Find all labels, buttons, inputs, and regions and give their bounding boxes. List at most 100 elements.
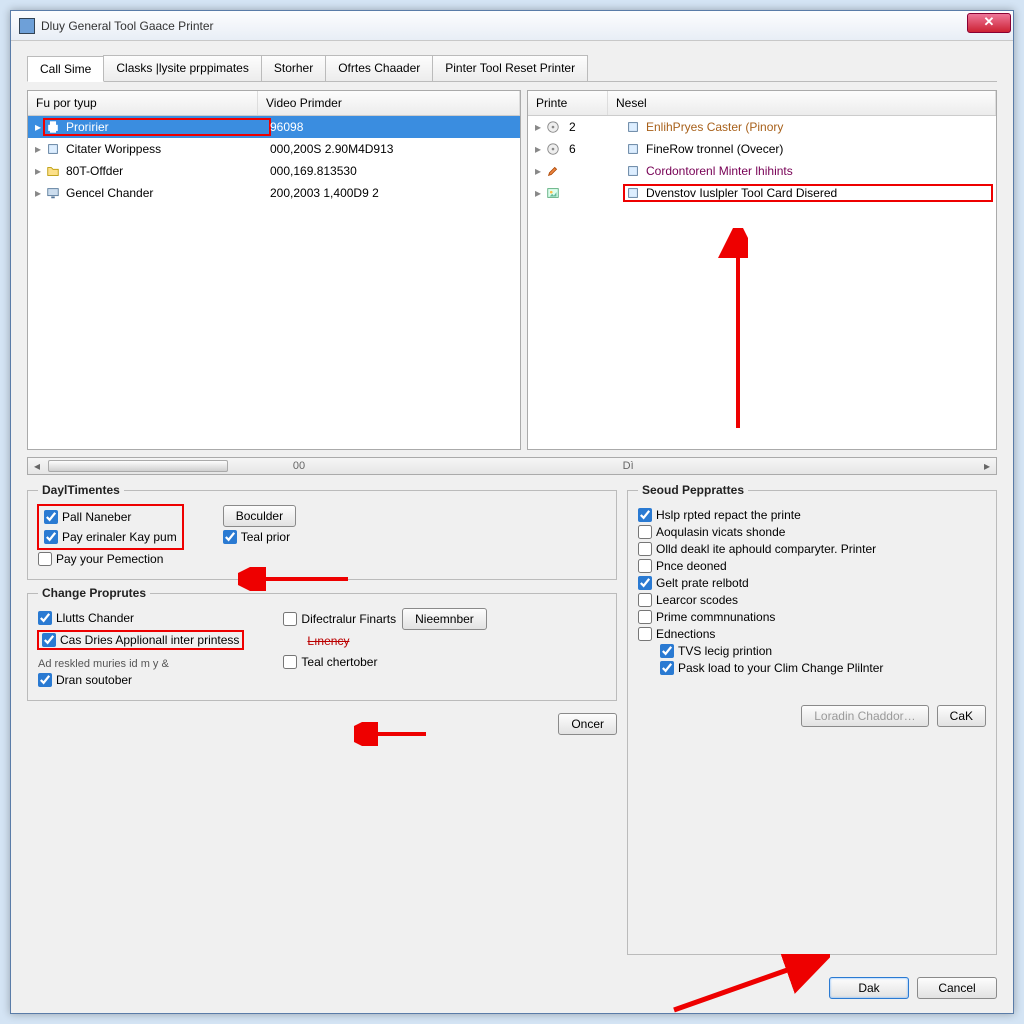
sublabel-change: Ad reskled muries id m y & bbox=[38, 658, 243, 670]
row-name: Dvenstov Iuslpler Tool Card Disered bbox=[646, 186, 837, 200]
chk-seoud-7[interactable]: Ednections bbox=[638, 627, 986, 641]
printer-icon bbox=[44, 119, 62, 135]
client-area: Call Sime Clasks |lysite prppimates Stor… bbox=[11, 41, 1013, 1013]
item-icon bbox=[624, 163, 642, 179]
group-change-proprutes: Change Proprutes Llutts Chander Cas Drie… bbox=[27, 586, 617, 701]
scroll-label-00: 00 bbox=[293, 460, 305, 472]
left-row-2[interactable]: ▸ 80T-Offder 000,169.813530 bbox=[28, 160, 520, 182]
item-icon bbox=[624, 141, 642, 157]
chk-pall-naneber[interactable]: Pall Naneber bbox=[44, 510, 177, 524]
expand-icon[interactable]: ▸ bbox=[532, 186, 544, 200]
boculder-button[interactable]: Boculder bbox=[223, 505, 296, 527]
pic-icon bbox=[544, 185, 562, 201]
legend-change: Change Proprutes bbox=[38, 586, 150, 600]
scroll-left-arrow[interactable]: ◂ bbox=[28, 458, 46, 474]
expand-icon[interactable]: ▸ bbox=[32, 120, 44, 134]
oncer-button[interactable]: Oncer bbox=[558, 713, 617, 735]
dak-button[interactable]: Dak bbox=[829, 977, 909, 999]
chk-seoud-6[interactable]: Prime commnunations bbox=[638, 610, 986, 624]
right-row-2[interactable]: ▸ Cordontorenl Minter lhihints bbox=[528, 160, 996, 182]
col-header-left-b[interactable]: Video Primder bbox=[258, 91, 520, 115]
cak-button[interactable]: CaK bbox=[937, 705, 986, 727]
right-row-3[interactable]: ▸ Dvenstov Iuslpler Tool Card Disered bbox=[528, 182, 996, 204]
row-num: 6 bbox=[569, 142, 576, 156]
chk-seoud-0[interactable]: Hslp rpted repact the printe bbox=[638, 508, 986, 522]
chk-seoud-1[interactable]: Aoqulasin vicats shonde bbox=[638, 525, 986, 539]
chk-pay-erinaler[interactable]: Pay erinaler Kay pum bbox=[44, 530, 177, 544]
row-name: FineRow tronnel (Ovecer) bbox=[646, 142, 783, 156]
scroll-label-di: Dì bbox=[623, 460, 634, 472]
left-row-3[interactable]: ▸ Gencel Chander 200,2003 1,400D9 2 bbox=[28, 182, 520, 204]
col-header-left-a[interactable]: Fu por tyup bbox=[28, 91, 258, 115]
item-icon bbox=[624, 185, 642, 201]
expand-icon[interactable]: ▸ bbox=[532, 142, 544, 156]
chk-cas-dries[interactable]: Cas Dries Applionall inter printess bbox=[38, 631, 243, 649]
item-icon bbox=[624, 119, 642, 135]
chk-seoud-3[interactable]: Pnce deoned bbox=[638, 559, 986, 573]
row-value: 96098 bbox=[270, 120, 516, 134]
right-row-1[interactable]: ▸ 6 FineRow tronnel (Ovecer) bbox=[528, 138, 996, 160]
legend-seoud: Seoud Pepprattes bbox=[638, 483, 748, 497]
row-name: Citater Worippess bbox=[66, 142, 161, 156]
tab-strip: Call Sime Clasks |lysite prppimates Stor… bbox=[27, 55, 997, 82]
row-name: Proririer bbox=[66, 120, 109, 134]
expand-icon[interactable]: ▸ bbox=[32, 186, 44, 200]
row-name: 80T-Offder bbox=[66, 164, 123, 178]
chk-teal-chertober[interactable]: Teal chertober bbox=[283, 655, 486, 669]
row-value: 000,169.813530 bbox=[270, 164, 516, 178]
expand-icon[interactable]: ▸ bbox=[532, 164, 544, 178]
group-seoud-pepprattes: Seoud Pepprattes Hslp rpted repact the p… bbox=[627, 483, 997, 955]
tab-clasks[interactable]: Clasks |lysite prppimates bbox=[103, 55, 262, 81]
chk-seoud-2[interactable]: Olld deakl ite aphould comparyter. Print… bbox=[638, 542, 986, 556]
tab-pinter-reset[interactable]: Pinter Tool Reset Printer bbox=[432, 55, 588, 81]
folder-icon bbox=[44, 163, 62, 179]
expand-icon[interactable]: ▸ bbox=[32, 142, 44, 156]
row-value: 000,200S 2.90M4D913 bbox=[270, 142, 516, 156]
group-daytimentes: DaylTimentes Pall Naneber Pay erinaler K… bbox=[27, 483, 617, 580]
nieemnber-button[interactable]: Nieemnber bbox=[402, 608, 487, 630]
legend-daytimentes: DaylTimentes bbox=[38, 483, 124, 497]
chk-dran-soutober[interactable]: Dran soutober bbox=[38, 673, 243, 687]
disc-icon bbox=[544, 141, 562, 157]
col-header-right-a[interactable]: Printe bbox=[528, 91, 608, 115]
close-button[interactable]: ✕ bbox=[967, 13, 1011, 33]
device-list-left[interactable]: Fu por tyup Video Primder ▸ Proririer 96… bbox=[27, 90, 521, 450]
row-name: Cordontorenl Minter lhihints bbox=[646, 164, 793, 178]
chk-teal-prior[interactable]: Teal prior bbox=[223, 530, 296, 544]
row-name: Gencel Chander bbox=[66, 186, 153, 200]
loradin-button[interactable]: Loradin Chaddor… bbox=[801, 705, 928, 727]
chk-seoud-5[interactable]: Learcor scodes bbox=[638, 593, 986, 607]
device-icon bbox=[44, 141, 62, 157]
window-title: Dluy General Tool Gaace Printer bbox=[41, 19, 1009, 33]
chk-llutts-chander[interactable]: Llutts Chander bbox=[38, 611, 243, 625]
horizontal-scrollbar[interactable]: ◂ 00 Dì ▸ bbox=[27, 457, 997, 475]
row-value: 200,2003 1,400D9 2 bbox=[270, 186, 516, 200]
disc-icon bbox=[544, 119, 562, 135]
chk-seoud-sub-1[interactable]: Pask load to your Clim Change Plilnter bbox=[660, 661, 986, 675]
chk-seoud-sub-0[interactable]: TVS lecig printion bbox=[660, 644, 986, 658]
title-bar: Dluy General Tool Gaace Printer ✕ bbox=[11, 11, 1013, 41]
col-header-right-b[interactable]: Nesel bbox=[608, 91, 996, 115]
cancel-button[interactable]: Cancel bbox=[917, 977, 997, 999]
left-row-1[interactable]: ▸ Citater Worippess 000,200S 2.90M4D913 bbox=[28, 138, 520, 160]
brush-icon bbox=[544, 163, 562, 179]
right-row-0[interactable]: ▸ 2 EnlihPryes Caster (Pinory bbox=[528, 116, 996, 138]
scroll-right-arrow[interactable]: ▸ bbox=[978, 458, 996, 474]
app-icon bbox=[19, 18, 35, 34]
left-row-0[interactable]: ▸ Proririer 96098 bbox=[28, 116, 520, 138]
tab-call-sime[interactable]: Call Sime bbox=[27, 56, 104, 82]
chk-difectralur[interactable]: Difectralur Finarts bbox=[283, 612, 396, 626]
scroll-thumb[interactable] bbox=[48, 460, 228, 472]
monitor-icon bbox=[44, 185, 62, 201]
row-num: 2 bbox=[569, 120, 576, 134]
highlight-box-daytimentes: Pall Naneber Pay erinaler Kay pum bbox=[38, 505, 183, 549]
chk-pay-pemection[interactable]: Pay your Pemection bbox=[38, 552, 606, 566]
device-list-right[interactable]: Printe Nesel ▸ 2 EnlihPryes Caster (Pino… bbox=[527, 90, 997, 450]
tab-ofrtes[interactable]: Ofrtes Chaader bbox=[325, 55, 433, 81]
chk-seoud-4[interactable]: Gelt prate relbotd bbox=[638, 576, 986, 590]
expand-icon[interactable]: ▸ bbox=[32, 164, 44, 178]
dialog-window: Dluy General Tool Gaace Printer ✕ Call S… bbox=[10, 10, 1014, 1014]
tab-storher[interactable]: Storher bbox=[261, 55, 326, 81]
expand-icon[interactable]: ▸ bbox=[532, 120, 544, 134]
row-name: EnlihPryes Caster (Pinory bbox=[646, 120, 783, 134]
